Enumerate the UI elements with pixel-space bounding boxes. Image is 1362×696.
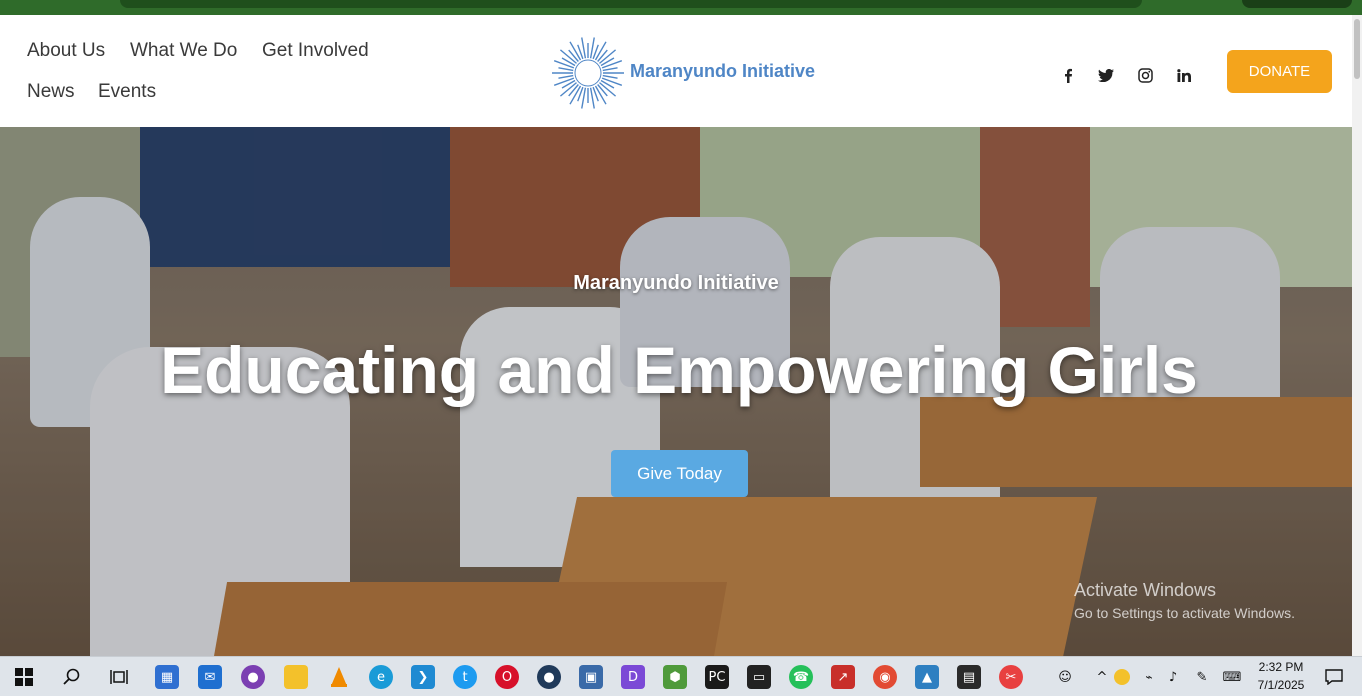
terminal-icon[interactable]: ▭ [747,665,771,689]
scrollbar-thumb[interactable] [1354,19,1360,79]
github-icon[interactable]: ● [241,665,265,689]
hero-section: Maranyundo Initiative Educating and Empo… [0,127,1352,656]
twitter-icon[interactable] [1095,65,1117,85]
give-today-button[interactable]: Give Today [611,450,748,497]
pen-icon[interactable]: ✎ [1190,665,1214,689]
site-header: About Us What We Do Get Involved News Ev… [0,15,1352,127]
chevron-up-icon[interactable]: ^ [1090,665,1114,689]
task-view-icon[interactable] [107,665,131,689]
mail-icon[interactable]: ✉ [198,665,222,689]
app-icon[interactable]: ● [537,665,561,689]
nav-what-we-do[interactable]: What We Do [130,40,237,62]
video-editor-icon[interactable]: ▤ [957,665,981,689]
vlc-icon[interactable] [327,665,351,689]
watermark-subtitle: Go to Settings to activate Windows. [1074,605,1295,621]
pycharm-icon[interactable]: PC [705,665,729,689]
nav-news[interactable]: News [27,81,75,103]
browser-toolbar [0,0,1362,15]
donate-button[interactable]: DONATE [1227,50,1332,93]
edge-icon[interactable]: e [369,665,393,689]
logo-text: Maranyundo Initiative [630,61,816,81]
notification-icon[interactable] [1322,665,1346,689]
instagram-icon[interactable] [1134,65,1156,85]
hero-kicker: Maranyundo Initiative [573,272,779,294]
profile-button[interactable] [1242,0,1352,8]
vscode-icon[interactable]: ❯ [411,665,435,689]
app-icon[interactable]: ↗ [831,665,855,689]
app-icon[interactable]: D [621,665,645,689]
nav-about-us[interactable]: About Us [27,40,105,62]
network-icon[interactable]: ⌁ [1137,665,1161,689]
file-explorer-icon[interactable] [284,665,308,689]
opera-icon[interactable]: O [495,665,519,689]
linkedin-icon[interactable] [1173,65,1195,85]
facebook-icon[interactable] [1057,65,1079,85]
watermark-title: Activate Windows [1074,580,1217,600]
tray-app-icon[interactable] [1114,669,1130,685]
windows-taskbar: ▦ ✉ ● e ❯ t O ● ▣ D ⬢ PC ▭ ☎ ↗ ◉ ▲ ▤ ✂ ☺… [0,656,1362,696]
sunburst-logo-icon [552,37,624,109]
site-logo[interactable]: Maranyundo Initiative [550,35,820,111]
address-bar[interactable] [120,0,1142,8]
whatsapp-icon[interactable]: ☎ [789,665,813,689]
volume-icon[interactable]: ♪ [1161,665,1185,689]
people-icon[interactable]: ☺ [1053,665,1077,689]
python-icon[interactable]: ▣ [579,665,603,689]
clock-time[interactable]: 2:32 PM [1250,660,1312,674]
store-icon[interactable]: ▦ [155,665,179,689]
activate-windows-watermark: Activate Windows Go to Settings to activ… [1074,580,1295,621]
clock-date[interactable]: 7/1/2025 [1250,678,1312,692]
nodejs-icon[interactable]: ⬢ [663,665,687,689]
chrome-icon[interactable]: ◉ [873,665,897,689]
search-icon[interactable] [60,665,84,689]
hero-title: Educating and Empowering Girls [160,333,1198,407]
app-icon[interactable]: ✂ [999,665,1023,689]
photos-icon[interactable]: ▲ [915,665,939,689]
nav-get-involved[interactable]: Get Involved [262,40,369,62]
twitter-icon[interactable]: t [453,665,477,689]
keyboard-icon[interactable]: ⌨ [1220,665,1244,689]
page-scrollbar[interactable] [1352,15,1362,656]
nav-events[interactable]: Events [98,81,156,103]
start-icon[interactable] [12,665,36,689]
